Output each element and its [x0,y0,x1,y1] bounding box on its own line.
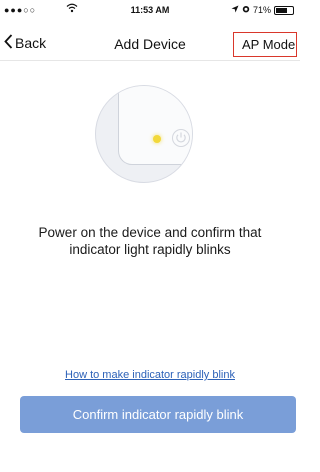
device-panel [118,86,192,165]
nav-bar: Back Add Device AP Mode [0,27,300,61]
status-bar: ●●●○○ 11:53 AM 71% [0,0,300,20]
confirm-button[interactable]: Confirm indicator rapidly blink [20,396,296,433]
indicator-light [153,135,161,143]
help-link[interactable]: How to make indicator rapidly blink [0,369,300,381]
ap-mode-button[interactable]: AP Mode [233,32,297,57]
device-illustration [95,85,193,183]
battery-percent: 71% [252,5,271,15]
battery-fill [276,7,288,13]
power-icon [171,128,191,148]
location-arrow-icon [231,5,239,15]
battery-icon [274,5,294,15]
alarm-icon [242,5,250,15]
status-right: 71% [231,5,294,15]
instruction-text: Power on the device and confirm that ind… [38,225,262,257]
